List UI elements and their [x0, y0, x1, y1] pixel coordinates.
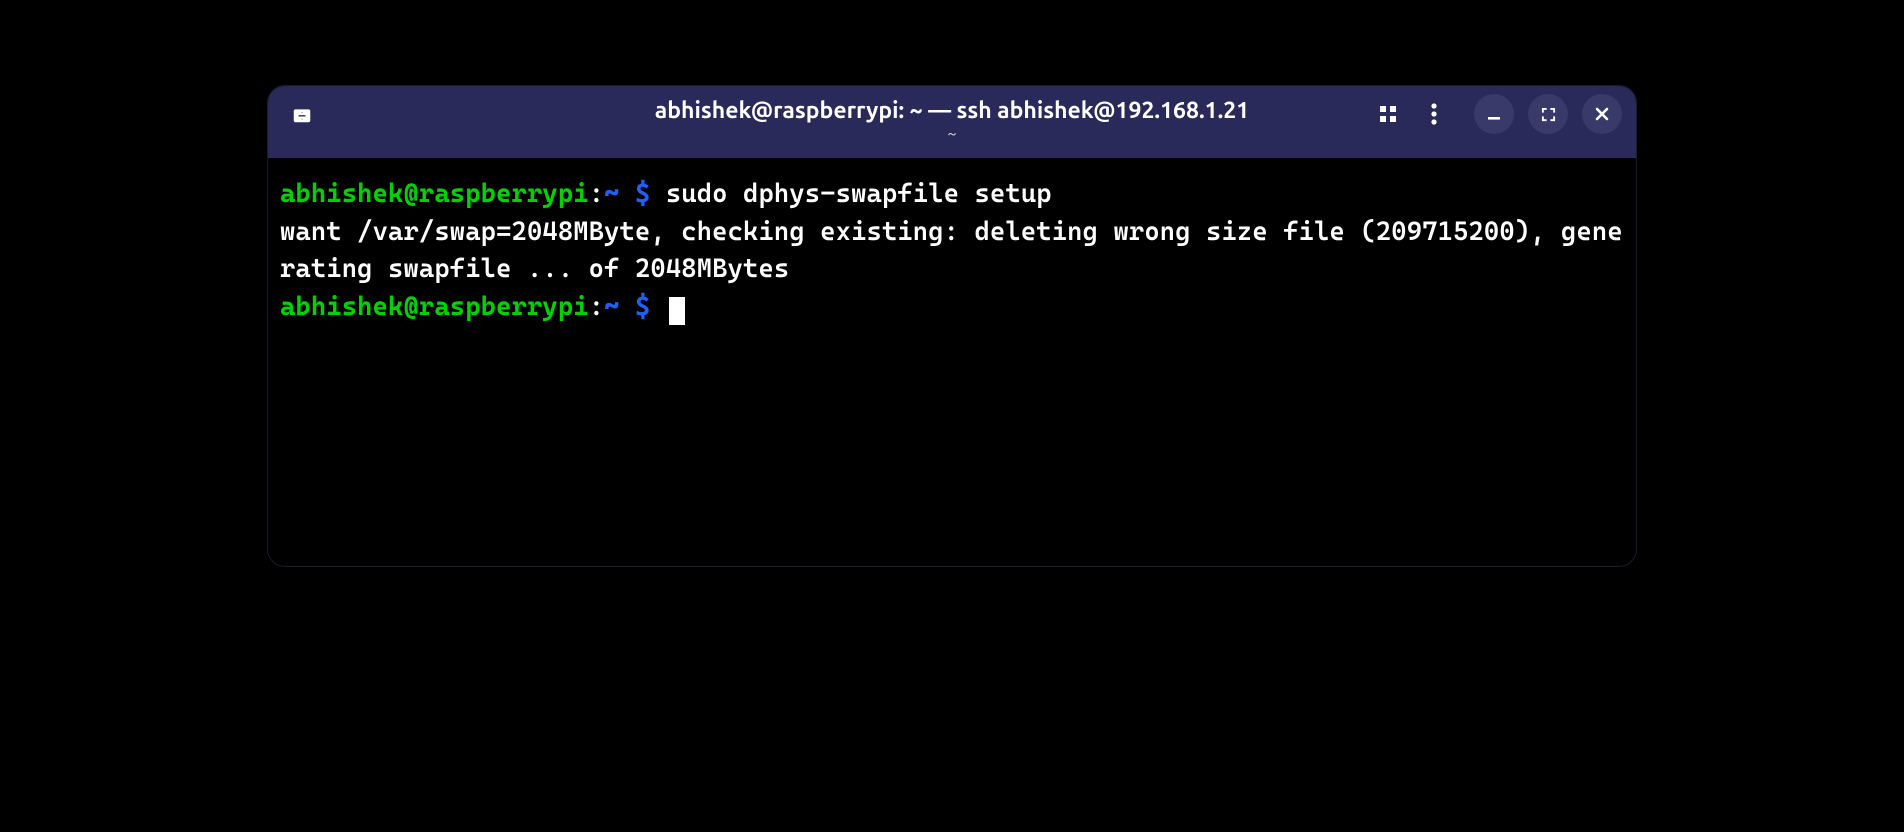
- titlebar-left: [282, 86, 316, 142]
- titlebar: abhishek@raspberrypi: ~ — ssh abhishek@1…: [268, 86, 1636, 158]
- kebab-menu-icon[interactable]: [1420, 100, 1448, 128]
- prompt-dollar: $: [635, 179, 650, 209]
- prompt-line-1: abhishek@raspberrypi:~ $ sudo dphys-swap…: [280, 176, 1624, 214]
- prompt-colon: :: [589, 179, 604, 209]
- close-button[interactable]: [1582, 94, 1622, 134]
- prompt-user-host: abhishek@raspberrypi: [280, 292, 589, 322]
- prompt-cwd: ~: [604, 179, 635, 209]
- prompt-dollar: $: [635, 292, 650, 322]
- output-line-1: want /var/swap=2048MByte, checking exist…: [280, 214, 1624, 289]
- minimize-button[interactable]: [1474, 94, 1514, 134]
- terminal-body[interactable]: abhishek@raspberrypi:~ $ sudo dphys-swap…: [268, 158, 1636, 345]
- prompt-colon: :: [589, 292, 604, 322]
- prompt-line-2: abhishek@raspberrypi:~ $: [280, 289, 1624, 327]
- window-controls: [1474, 94, 1622, 134]
- new-tab-icon[interactable]: [288, 100, 316, 128]
- maximize-button[interactable]: [1528, 94, 1568, 134]
- prompt-space: [650, 179, 665, 209]
- terminal-window: abhishek@raspberrypi: ~ — ssh abhishek@1…: [267, 85, 1637, 567]
- prompt-cwd: ~: [604, 292, 635, 322]
- grid-menu-icon[interactable]: [1374, 100, 1402, 128]
- command-text: sudo dphys-swapfile setup: [666, 179, 1052, 209]
- prompt-user-host: abhishek@raspberrypi: [280, 179, 589, 209]
- prompt-space: [650, 292, 665, 322]
- titlebar-right: [1374, 86, 1622, 142]
- cursor-block-icon: [669, 297, 685, 325]
